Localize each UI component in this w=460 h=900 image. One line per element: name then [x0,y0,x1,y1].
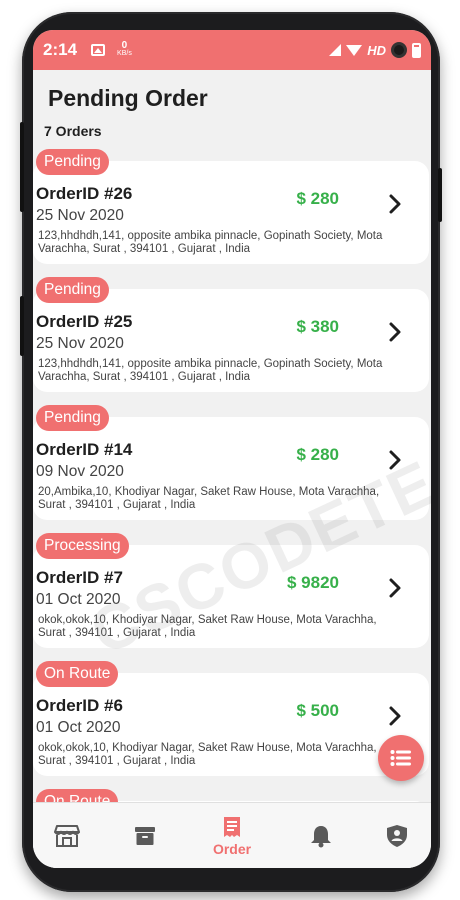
volume-button [20,122,24,212]
order-price: $ 9820 [287,573,339,592]
status-time: 2:14 [43,40,78,59]
chevron-right-icon[interactable] [386,449,404,471]
order-card[interactable]: OrderID #25 25 Nov 2020 $ 380 123,hhdhdh… [33,289,429,392]
order-date: 25 Nov 2020 [36,335,124,352]
order-date: 25 Nov 2020 [36,207,124,224]
nav-item-store[interactable] [47,803,87,868]
network-speed-value: 0 [121,40,128,51]
order-address: 123,hhdhdh,141, opposite ambika pinnacle… [38,358,383,383]
order-address: okok,okok,10, Khodiyar Nagar, Saket Raw … [38,614,377,639]
nav-label-order: Order [212,841,252,857]
order-address: 20,Ambika,10, Khodiyar Nagar, Saket Raw … [38,486,380,511]
order-address: 123,hhdhdh,141, opposite ambika pinnacle… [38,230,383,255]
list-icon [390,750,411,766]
order-id: OrderID #6 [36,696,123,715]
order-address: okok,okok,10, Khodiyar Nagar, Saket Raw … [38,742,377,767]
order-price: $ 500 [296,701,339,720]
chevron-right-icon[interactable] [386,321,404,343]
bixby-button [20,296,24,356]
gallery-notification-icon [91,44,106,56]
order-item[interactable]: Pending OrderID #25 25 Nov 2020 $ 380 12… [33,276,431,404]
menu-fab-button[interactable] [378,735,424,781]
order-id: OrderID #25 [36,312,133,331]
order-list-icon [224,817,240,837]
signal-icon [329,44,342,56]
app-screen: 2:14 0 KB/s HD Pending Order 7 Orders Pe… [33,30,431,868]
order-count: 7 Orders [44,123,102,139]
status-badge: Pending [36,405,109,431]
store-icon [54,825,80,847]
order-date: 01 Oct 2020 [36,591,121,608]
status-badge: Processing [36,533,129,559]
network-speed-unit: KB/s [117,50,132,57]
order-item[interactable]: Processing OrderID #7 01 Oct 2020 $ 9820… [33,532,431,660]
page-title: Pending Order [48,85,208,111]
order-id: OrderID #14 [36,440,133,459]
order-price: $ 380 [296,317,339,336]
nav-item-order[interactable]: Order [201,803,263,868]
battery-icon [412,42,421,58]
hd-label: HD [367,42,386,58]
power-button [438,168,442,222]
order-item[interactable]: Pending OrderID #14 09 Nov 2020 $ 280 20… [33,404,431,532]
nav-item-archive[interactable] [125,803,165,868]
order-card[interactable]: OrderID #6 01 Oct 2020 $ 500 okok,okok,1… [33,673,429,776]
order-price: $ 280 [296,445,339,464]
order-list: Pending OrderID #26 25 Nov 2020 $ 280 12… [33,148,431,868]
order-item[interactable]: Pending OrderID #26 25 Nov 2020 $ 280 12… [33,148,431,276]
status-badge: Pending [36,277,109,303]
order-id: OrderID #26 [36,184,133,203]
bottom-navigation: Order [33,802,431,868]
status-badge: On Route [36,661,119,687]
order-date: 09 Nov 2020 [36,463,124,480]
order-item[interactable]: On Route OrderID #6 01 Oct 2020 $ 500 ok… [33,660,431,788]
front-camera-icon [391,42,407,58]
chevron-right-icon[interactable] [386,193,404,215]
archive-box-icon [135,827,155,845]
order-id: OrderID #7 [36,568,123,587]
order-card[interactable]: OrderID #14 09 Nov 2020 $ 280 20,Ambika,… [33,417,429,520]
order-date: 01 Oct 2020 [36,719,121,736]
chevron-right-icon[interactable] [386,705,404,727]
status-bar: 2:14 0 KB/s HD [33,30,431,70]
order-price: $ 280 [296,189,339,208]
order-card[interactable]: OrderID #7 01 Oct 2020 $ 9820 okok,okok,… [33,545,429,648]
user-shield-icon [387,825,407,847]
bell-icon [311,826,331,848]
network-speed: 0 KB/s [117,40,132,58]
nav-item-notifications[interactable] [301,803,341,868]
order-card[interactable]: OrderID #26 25 Nov 2020 $ 280 123,hhdhdh… [33,161,429,264]
status-badge: Pending [36,149,109,175]
chevron-right-icon[interactable] [386,577,404,599]
nav-item-profile[interactable] [377,803,417,868]
wifi-icon [346,44,363,56]
